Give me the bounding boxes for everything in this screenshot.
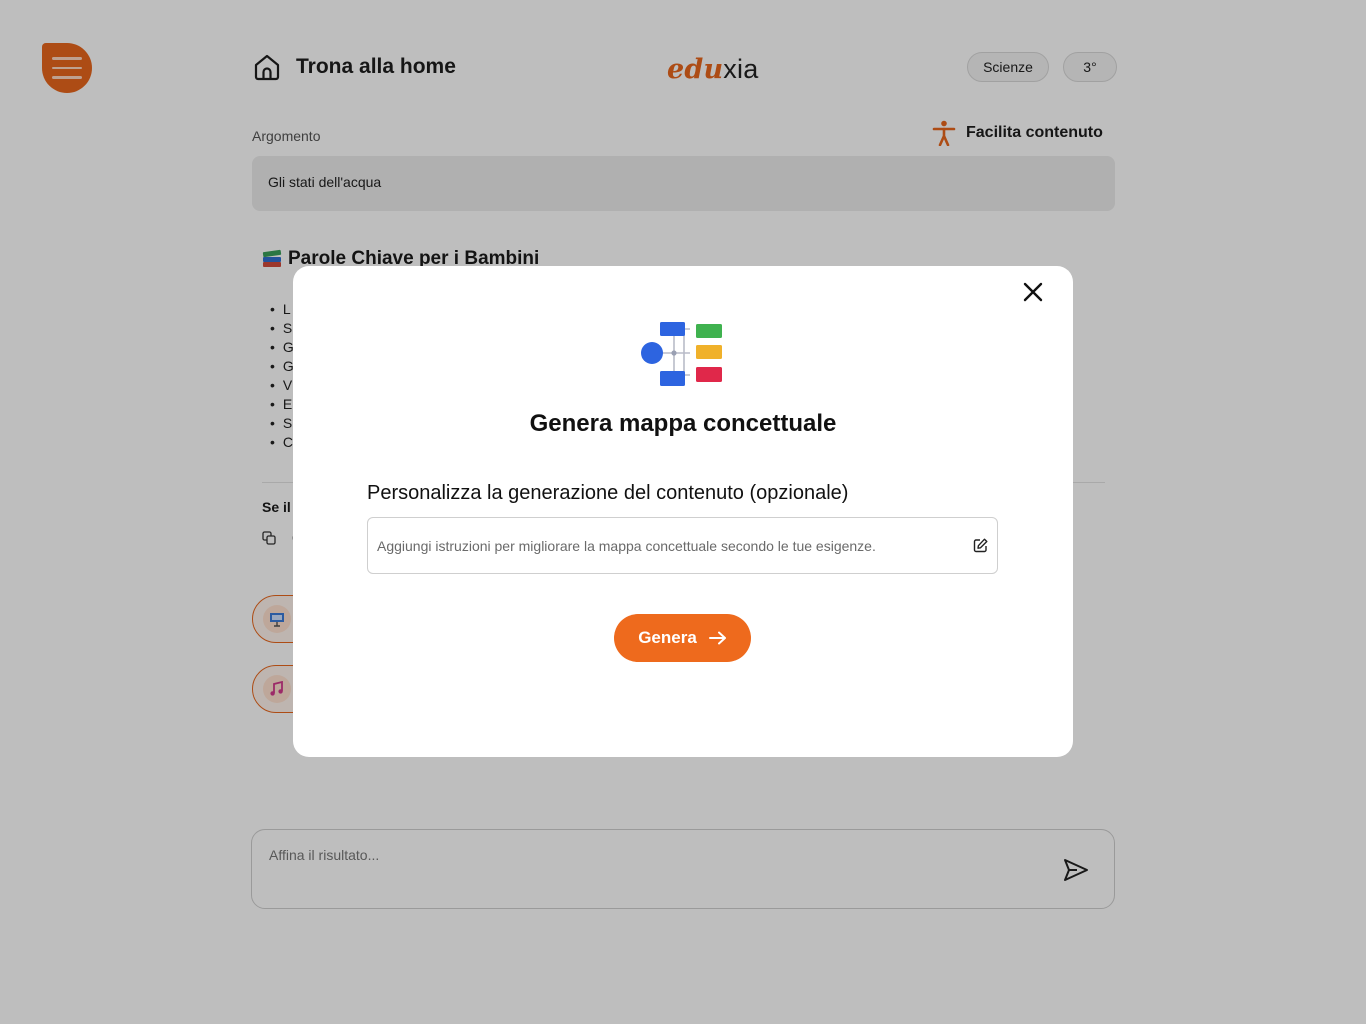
instructions-placeholder: Aggiungi istruzioni per migliorare la ma… bbox=[377, 538, 876, 554]
arrow-right-icon bbox=[708, 631, 726, 645]
edit-icon[interactable] bbox=[973, 538, 988, 553]
generate-button-label: Genera bbox=[638, 628, 697, 647]
concept-map-icon bbox=[641, 322, 722, 386]
modal-title: Genera mappa concettuale bbox=[529, 410, 837, 437]
concept-map-modal: Genera mappa concettuale Personalizza la… bbox=[293, 266, 1073, 757]
customize-label: Personalizza la generazione del contenut… bbox=[367, 482, 849, 504]
generate-button[interactable]: Genera bbox=[614, 614, 751, 662]
instructions-input[interactable]: Aggiungi istruzioni per migliorare la ma… bbox=[367, 517, 998, 574]
close-icon[interactable] bbox=[1021, 280, 1045, 304]
